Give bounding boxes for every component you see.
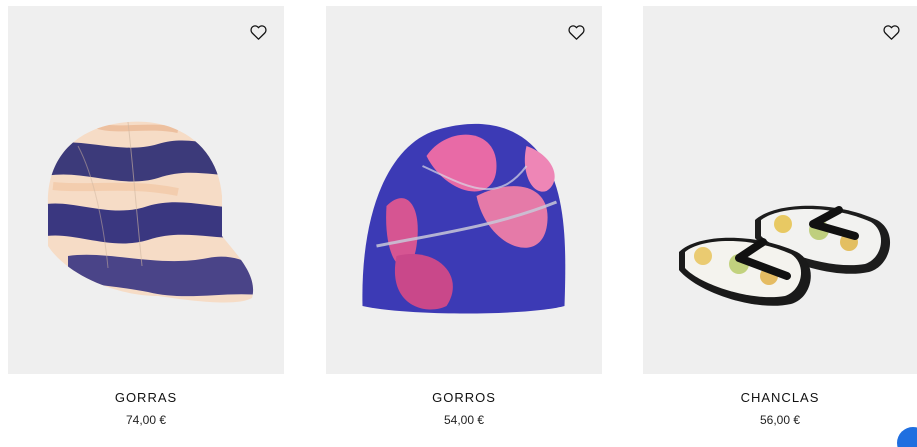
favorite-heart-icon[interactable] — [248, 22, 268, 42]
tie-dye-cap-image — [47, 121, 254, 303]
flip-flops-image — [679, 205, 891, 306]
chat-bubble-icon[interactable] — [897, 427, 917, 447]
product-image-gorros[interactable] — [326, 6, 602, 374]
favorite-heart-icon[interactable] — [881, 22, 901, 42]
product-title[interactable]: GORRAS — [8, 390, 284, 405]
product-card-chanclas[interactable]: CHANCLAS 56,00 € — [643, 6, 917, 427]
favorite-heart-icon[interactable] — [566, 22, 586, 42]
product-title[interactable]: GORROS — [326, 390, 602, 405]
product-card-gorras[interactable]: GORRAS 74,00 € — [8, 6, 284, 427]
product-card-gorros[interactable]: GORROS 54,00 € — [326, 6, 602, 427]
product-price: 56,00 € — [759, 413, 801, 427]
product-image-gorras[interactable] — [8, 6, 284, 374]
product-image-chanclas[interactable] — [643, 6, 917, 374]
product-title[interactable]: CHANCLAS — [643, 390, 917, 405]
product-price: 74,00 € — [125, 413, 167, 427]
floral-beanie-image — [362, 123, 566, 314]
product-price: 54,00 € — [443, 413, 485, 427]
product-grid: GORRAS 74,00 € GORROS 54,00 € CHANCLAS 5… — [0, 0, 917, 447]
